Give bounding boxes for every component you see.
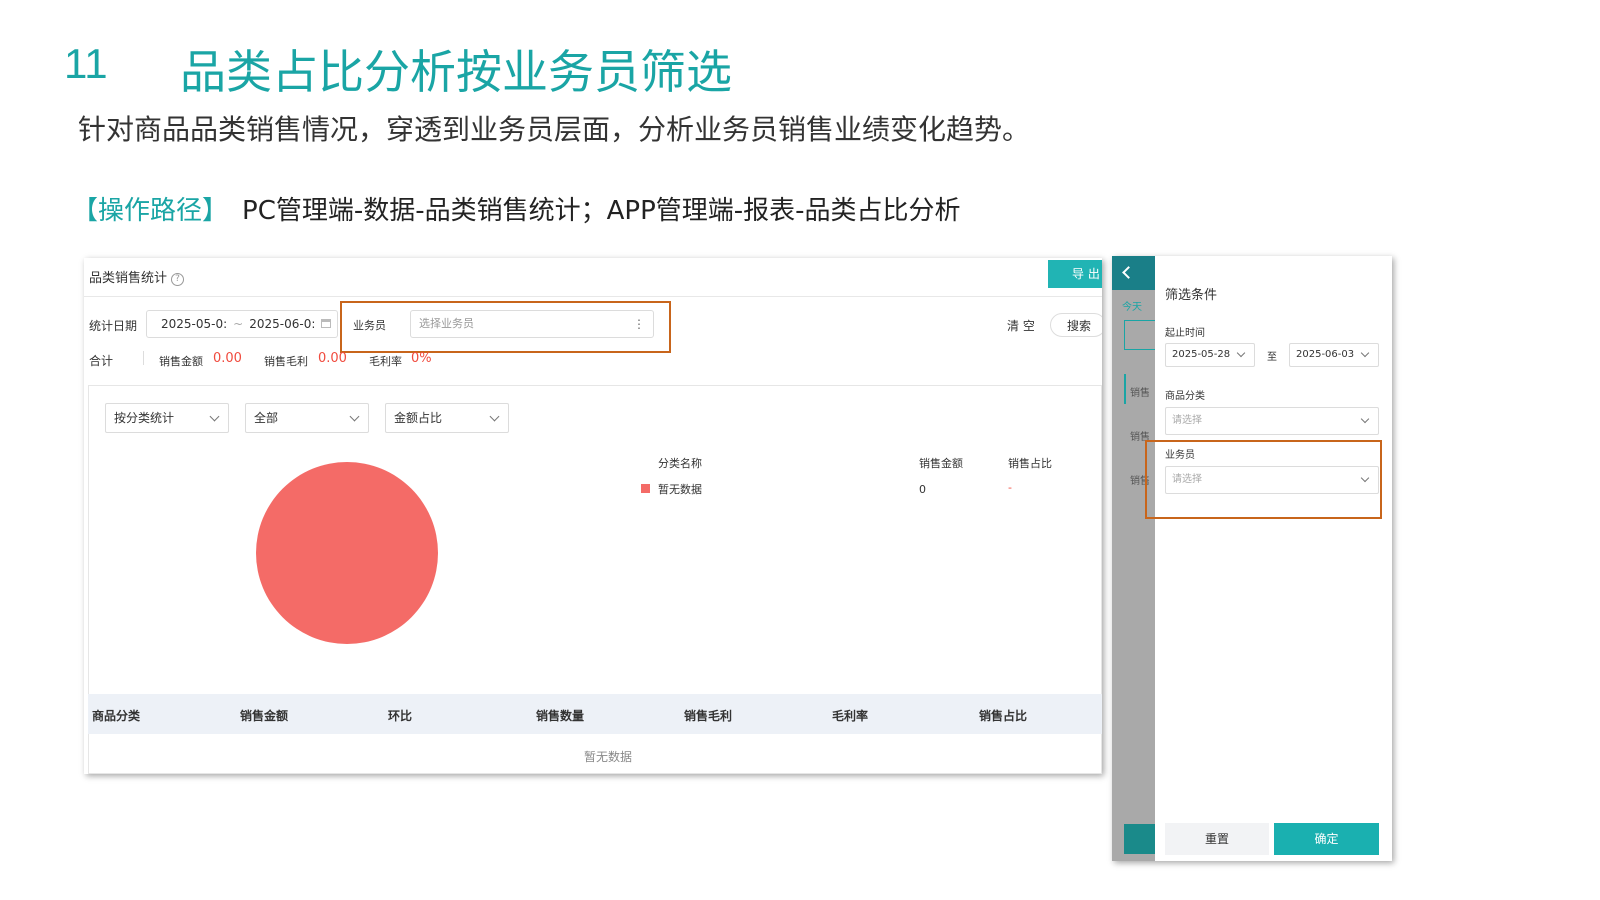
metric-select[interactable]: 金额占比 (385, 403, 509, 433)
col-mom[interactable]: 环比 (388, 707, 412, 724)
date-separator: ~ (233, 317, 244, 331)
col-margin[interactable]: 毛利率 (832, 707, 868, 724)
sales-amount-value: 0.00 (213, 351, 242, 366)
col-quantity[interactable]: 销售数量 (536, 707, 584, 724)
col-gross-profit[interactable]: 销售毛利 (684, 707, 732, 724)
legend-header-amount: 销售金额 (919, 457, 963, 470)
chevron-down-icon (489, 411, 500, 422)
total-label: 合计 (89, 354, 114, 368)
legend-row-name: 暂无数据 (658, 483, 702, 496)
col-category[interactable]: 商品分类 (92, 707, 140, 724)
date-to-label: 至 (1267, 352, 1277, 363)
start-date-select[interactable]: 2025-05-28 (1165, 343, 1255, 367)
end-date-select[interactable]: 2025-06-03 (1289, 343, 1379, 367)
end-date-value: 2025-06-03 (1296, 349, 1355, 360)
bg-button (1124, 824, 1155, 854)
clear-button[interactable]: 清 空 (1007, 317, 1035, 334)
slide-title: 品类占比分析按业务员筛选 (180, 45, 732, 99)
salesperson-highlight-box (340, 301, 671, 353)
legend-swatch (641, 484, 650, 493)
col-sales-amount[interactable]: 销售金额 (240, 707, 288, 724)
operation-path-text: PC管理端-数据-品类销售统计；APP管理端-报表-品类占比分析 (242, 196, 961, 226)
pc-header: 品类销售统计? 导 出 (84, 258, 1102, 297)
pc-page-title: 品类销售统计? (89, 267, 185, 286)
date-range-label: 起止时间 (1165, 328, 1205, 339)
group-by-value: 按分类统计 (114, 411, 175, 425)
bg-active-indicator (1124, 374, 1126, 404)
gross-profit-value: 0.00 (318, 351, 347, 366)
chevron-down-icon (349, 411, 360, 422)
reset-button[interactable]: 重置 (1165, 823, 1269, 855)
slide-number: 11 (64, 40, 108, 87)
filter-panel: 筛选条件 起止时间 2025-05-28 至 2025-06-03 商品分类 请… (1155, 256, 1392, 861)
margin-value: 0% (411, 351, 432, 366)
operation-path-label: 【操作路径】 (72, 196, 229, 226)
pc-page-title-text: 品类销售统计 (89, 271, 168, 286)
category-label: 商品分类 (1165, 391, 1205, 402)
filter-panel-title: 筛选条件 (1165, 288, 1218, 303)
date-label: 统计日期 (89, 319, 138, 333)
operation-path: 【操作路径】 PC管理端-数据-品类销售统计；APP管理端-报表-品类占比分析 (72, 190, 961, 227)
bg-item: 销售 (1130, 388, 1150, 399)
bg-date-box (1124, 320, 1155, 350)
group-by-select[interactable]: 按分类统计 (105, 403, 229, 433)
date-range-picker[interactable]: 2025-05-0: ~2025-06-0: (146, 310, 338, 338)
category-select[interactable]: 请选择 (1165, 407, 1379, 435)
metric-value: 金额占比 (394, 411, 443, 425)
chevron-down-icon (1236, 348, 1246, 358)
legend-row-amount: 0 (919, 483, 926, 496)
pie-slice-empty (256, 462, 438, 644)
pc-screenshot: 品类销售统计? 导 出 统计日期 2025-05-0: ~2025-06-0: 业… (84, 258, 1102, 774)
calendar-icon (321, 319, 331, 328)
category-placeholder: 请选择 (1172, 415, 1202, 426)
confirm-button[interactable]: 确定 (1274, 823, 1379, 855)
search-button[interactable]: 搜索 (1050, 313, 1102, 337)
mobile-screenshot: 今天 销售 销售 销售 筛选条件 起止时间 2025-05-28 至 2025-… (1112, 256, 1392, 861)
scope-value: 全部 (254, 411, 279, 425)
chevron-down-icon (209, 411, 220, 422)
salesperson-highlight-box-mobile (1145, 440, 1382, 519)
bg-today-tab: 今天 (1122, 302, 1142, 313)
chevron-down-icon (1360, 414, 1370, 424)
sales-amount-label: 销售金额 (159, 355, 203, 368)
start-date-value: 2025-05-28 (1172, 349, 1231, 360)
slide-subtitle: 针对商品品类销售情况，穿透到业务员层面，分析业务员销售业绩变化趋势。 (78, 113, 1031, 146)
legend-header-name: 分类名称 (658, 457, 702, 470)
gross-profit-label: 销售毛利 (264, 355, 308, 368)
pie-chart (256, 462, 438, 644)
chevron-down-icon (1360, 348, 1370, 358)
legend-row-share: - (1008, 481, 1012, 494)
col-share[interactable]: 销售占比 (979, 707, 1027, 724)
scope-select[interactable]: 全部 (245, 403, 369, 433)
legend-header-share: 销售占比 (1008, 457, 1052, 470)
date-end: 2025-06-0: (249, 317, 316, 331)
table-empty-text: 暂无数据 (584, 750, 633, 764)
table-header: 商品分类 销售金额 环比 销售数量 销售毛利 毛利率 销售占比 (88, 694, 1102, 734)
date-start: 2025-05-0: (161, 317, 228, 331)
margin-label: 毛利率 (369, 355, 402, 368)
summary-divider (143, 351, 144, 365)
help-icon[interactable]: ? (171, 273, 185, 286)
export-button[interactable]: 导 出 (1048, 260, 1102, 288)
